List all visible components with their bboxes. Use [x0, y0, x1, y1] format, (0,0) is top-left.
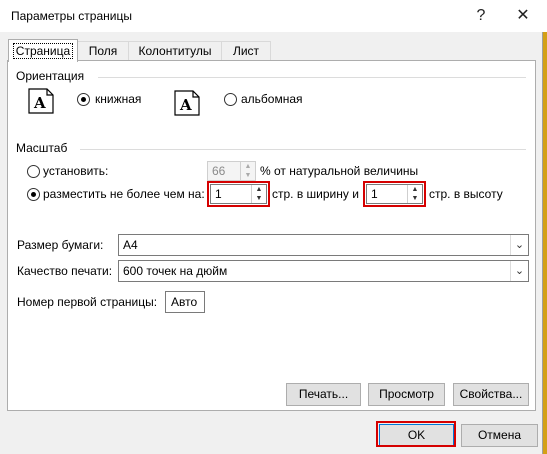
cancel-button[interactable]: Отмена	[461, 424, 538, 447]
print-preview-button[interactable]: Просмотр	[368, 383, 445, 406]
paper-size-label: Размер бумаги:	[17, 238, 104, 252]
pages-tall-highlight	[363, 181, 426, 207]
chevron-down-icon[interactable]: ⌄	[510, 261, 528, 281]
help-icon[interactable]: ?	[468, 5, 494, 27]
portrait-radio[interactable]	[77, 93, 90, 106]
print-quality-label: Качество печати:	[17, 264, 113, 278]
pages-tall-suffix: стр. в высоту	[429, 187, 503, 201]
tab-page-label: Страница	[12, 43, 74, 59]
chevron-down-icon[interactable]: ⌄	[510, 235, 528, 255]
dialog-title: Параметры страницы	[11, 9, 132, 23]
orientation-separator	[98, 77, 526, 78]
tab-sheet-label: Лист	[232, 44, 260, 58]
first-page-number-input[interactable]: Авто	[165, 291, 205, 313]
svg-text:A: A	[179, 96, 192, 114]
scaling-separator	[80, 149, 526, 150]
first-page-number-value: Авто	[171, 295, 198, 309]
portrait-page-icon: A	[28, 88, 54, 114]
scaling-group-label: Масштаб	[16, 141, 68, 155]
fit-to-label: разместить не более чем на:	[43, 187, 205, 201]
adjust-percent-value: 66	[212, 164, 226, 178]
tab-header-footer[interactable]: Колонтитулы	[128, 41, 222, 61]
pages-wide-highlight	[207, 181, 270, 207]
tab-margins[interactable]: Поля	[77, 41, 129, 61]
adjust-spinner-arrows[interactable]: ▲ ▼	[240, 162, 255, 180]
ok-button-highlight	[376, 421, 456, 447]
print-quality-value: 600 точек на дюйм	[123, 264, 228, 278]
title-bar: Параметры страницы ? ✕	[0, 0, 547, 32]
orientation-group-label: Ориентация	[16, 69, 85, 83]
tab-sheet[interactable]: Лист	[221, 41, 271, 61]
adjust-to-label: установить:	[43, 164, 109, 178]
tab-header-footer-label: Колонтитулы	[138, 44, 212, 58]
fit-to-radio[interactable]	[27, 188, 40, 201]
adjust-to-radio[interactable]	[27, 165, 40, 178]
landscape-label: альбомная	[241, 92, 303, 106]
tab-margins-label: Поля	[88, 44, 118, 58]
portrait-label: книжная	[95, 92, 142, 106]
tab-page[interactable]: Страница	[8, 39, 78, 62]
print-quality-select[interactable]: 600 точек на дюйм ⌄	[118, 260, 529, 282]
properties-button[interactable]: Свойства...	[453, 383, 529, 406]
close-icon[interactable]: ✕	[510, 5, 536, 27]
paper-size-select[interactable]: А4 ⌄	[118, 234, 529, 256]
pages-wide-suffix: стр. в ширину и	[272, 187, 359, 201]
background-sheet-edge	[543, 32, 547, 454]
adjust-percent-suffix: % от натуральной величины	[260, 164, 419, 178]
landscape-radio[interactable]	[224, 93, 237, 106]
print-button[interactable]: Печать...	[286, 383, 361, 406]
landscape-page-icon: A	[174, 90, 200, 116]
paper-size-value: А4	[123, 238, 138, 252]
adjust-percent-spinner[interactable]: 66 ▲ ▼	[207, 161, 256, 181]
svg-text:A: A	[33, 94, 46, 112]
page-tab-panel: Ориентация A книжная A альбомная Масштаб…	[7, 60, 536, 411]
first-page-number-label: Номер первой страницы:	[17, 295, 158, 309]
